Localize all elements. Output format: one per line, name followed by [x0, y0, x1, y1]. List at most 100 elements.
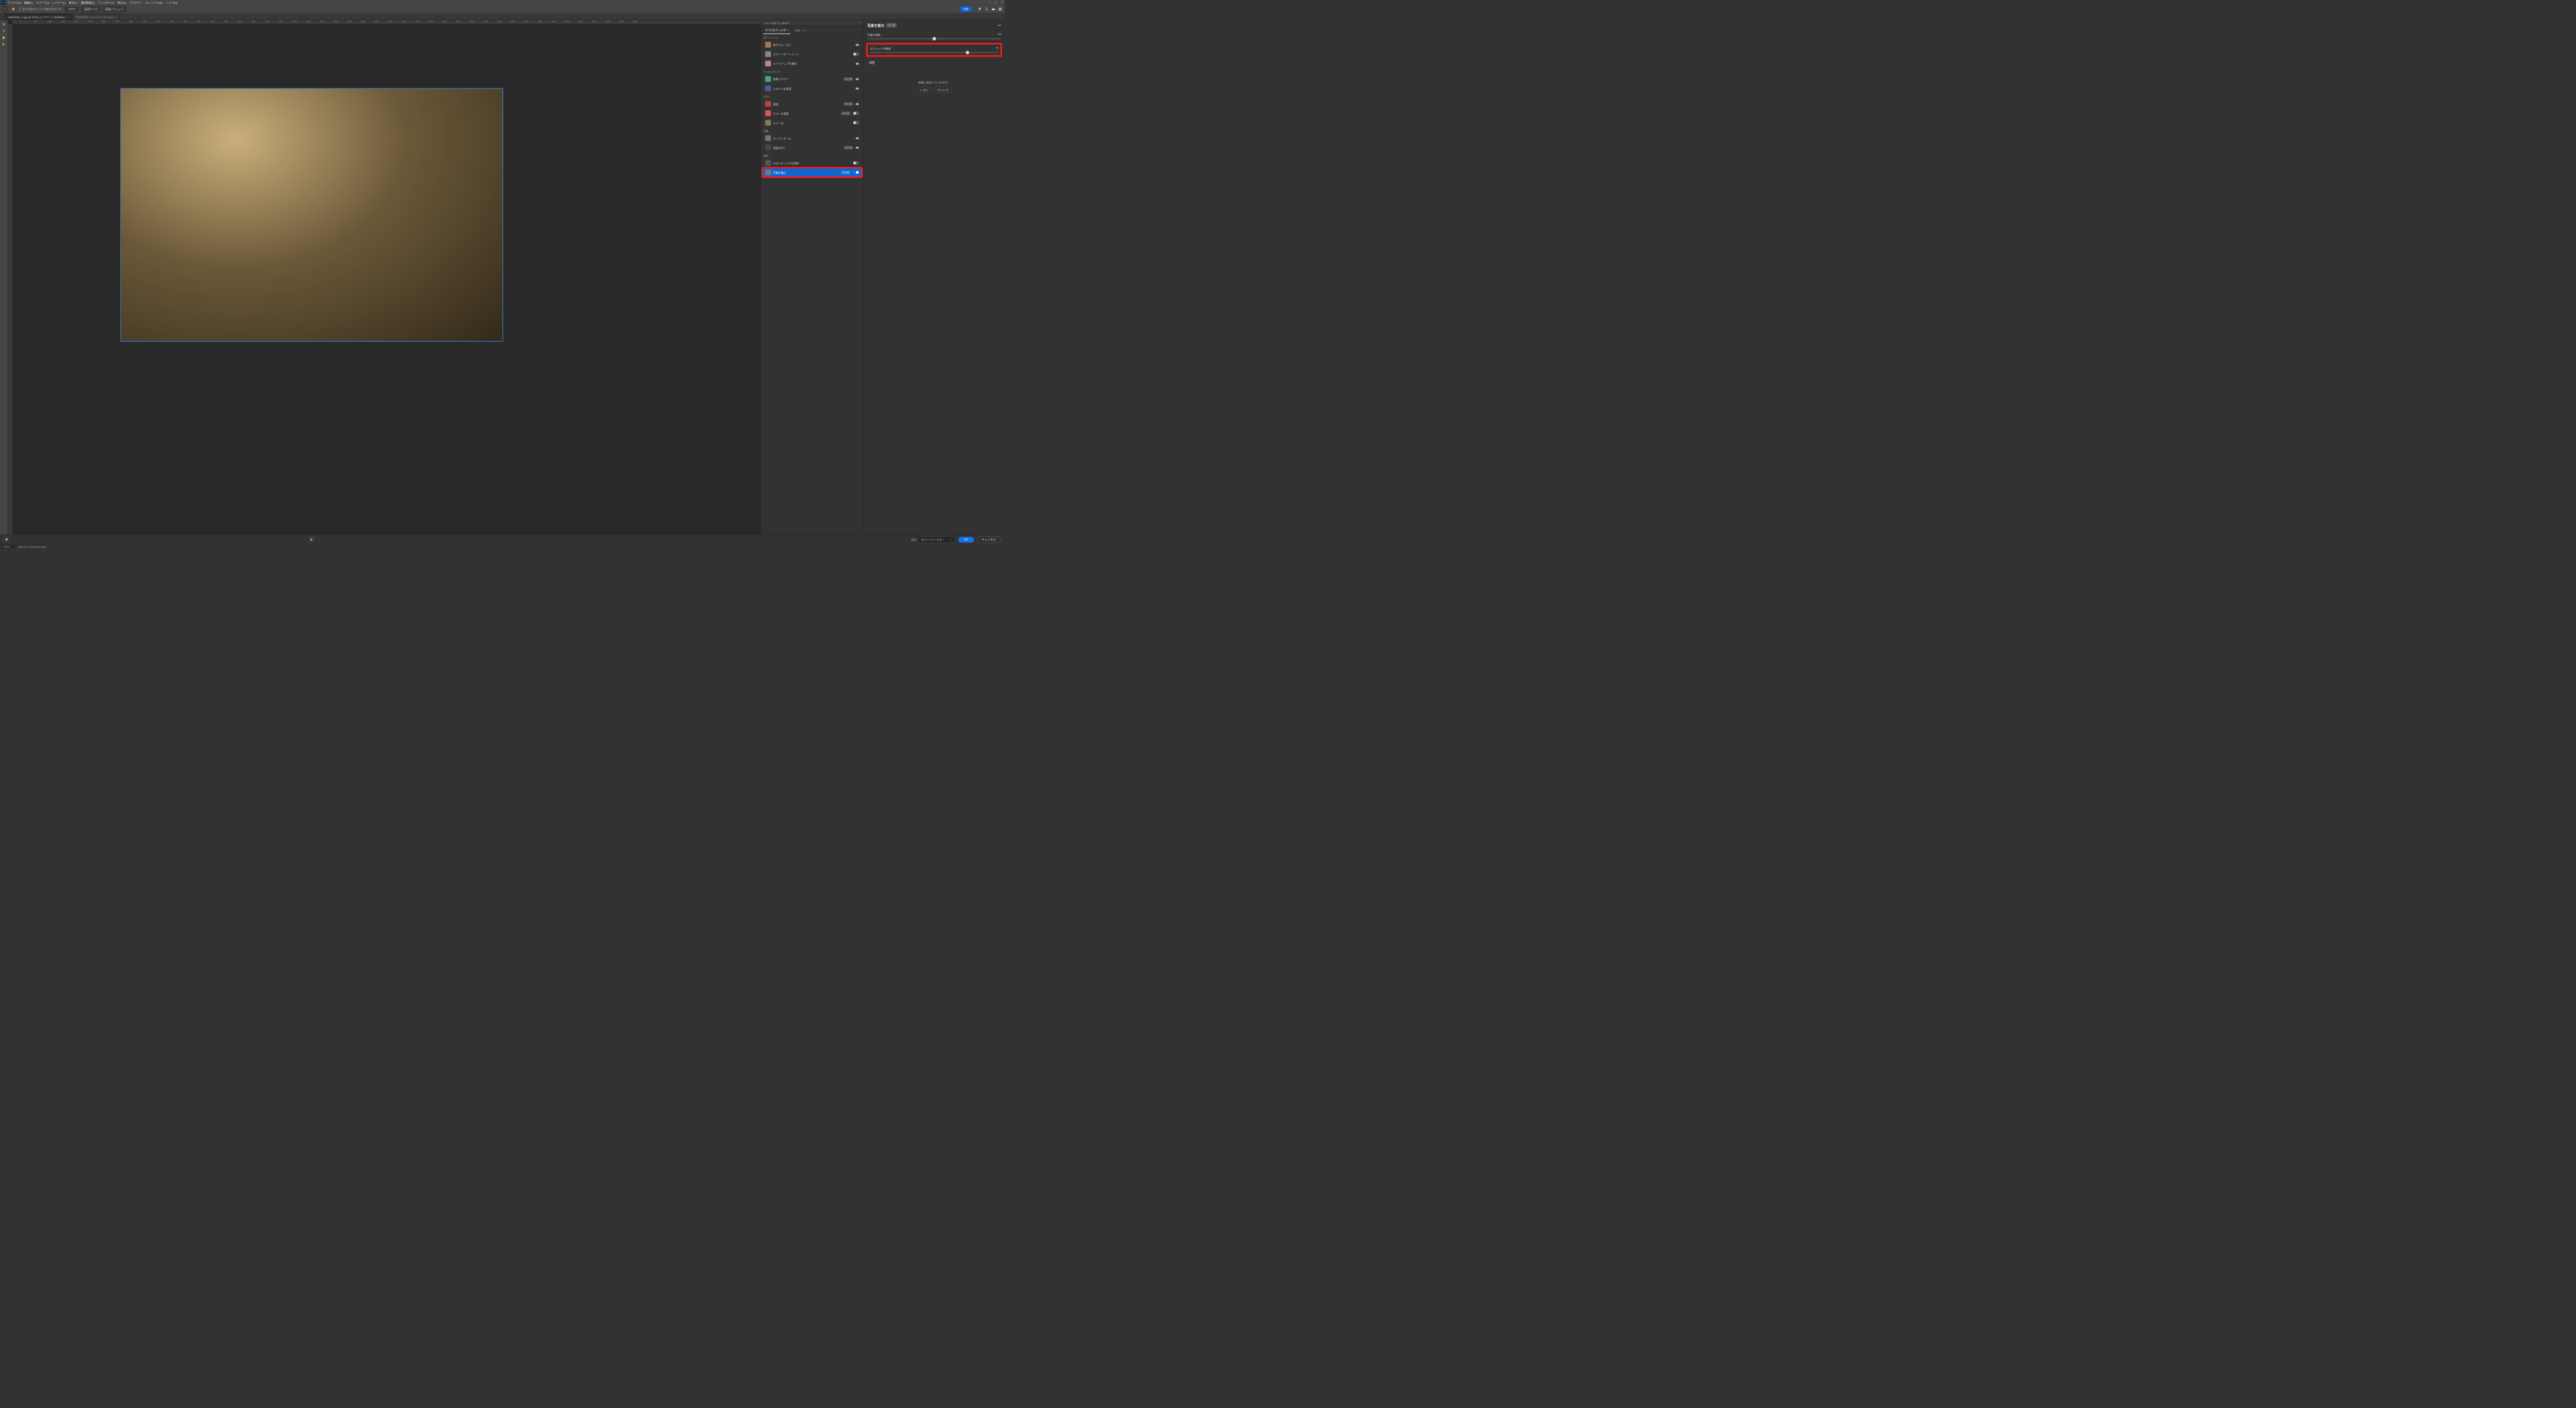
filter-category-photo: 写真 [761, 127, 863, 133]
tab-close-icon[interactable]: × [115, 16, 117, 19]
slider-label: スクラッチの軽減 [870, 46, 890, 50]
cloud-download-icon[interactable] [856, 62, 859, 65]
cancel-button[interactable]: キャンセル [976, 536, 1000, 543]
filter-toggle[interactable] [853, 52, 859, 56]
filter-item[interactable]: 深度ぼかしベータ [762, 143, 862, 152]
neural-filter-tabs: すべてのフィルター 待機リスト ⋯ [761, 26, 863, 34]
filter-toggle[interactable] [853, 111, 859, 115]
feedback-no-button[interactable]: ☹ いいえ [934, 87, 952, 93]
filter-thumb-icon [765, 51, 771, 57]
filter-item[interactable]: スマートポートレート [762, 50, 862, 58]
ruler-tick: 2150 [605, 20, 610, 23]
slider-block: 写真の強調50 [867, 33, 1000, 40]
filter-toggle[interactable] [853, 121, 859, 124]
ok-button[interactable]: OK [958, 537, 974, 543]
slider-track[interactable] [867, 38, 1000, 40]
cloud-download-icon[interactable] [856, 43, 859, 46]
filter-item[interactable]: スーパーズーム [762, 133, 862, 142]
panel-menu-icon[interactable]: » [860, 21, 861, 24]
menu-help[interactable]: ヘルプ(H) [166, 1, 177, 5]
status-chevron-icon[interactable]: › [47, 545, 48, 548]
ruler-tick: 50 [34, 20, 36, 23]
tab-all-filters[interactable]: すべてのフィルター [763, 26, 790, 34]
beta-badge: ベータ [886, 23, 896, 28]
hand-tool-icon[interactable]: ✋ [11, 6, 17, 12]
ruler-tick: 600 [184, 20, 187, 23]
menu-view[interactable]: 表示(V) [117, 1, 126, 5]
output-select[interactable]: スマートフィルター⌄ [918, 537, 955, 543]
filter-item[interactable]: 肌をスムーズに [762, 40, 862, 49]
menu-file[interactable]: ファイル(F) [7, 1, 21, 5]
slider-track[interactable] [870, 52, 998, 54]
filter-item[interactable]: メイクアップを適用 [762, 59, 862, 68]
canvas-area[interactable]: 0501001502002503003504004505005506006507… [8, 20, 761, 545]
slider-thumb[interactable] [966, 51, 969, 54]
search-icon[interactable] [984, 7, 989, 11]
window-minimize-icon[interactable]: — [988, 1, 991, 4]
window-maximize-icon[interactable]: ▢ [994, 1, 998, 4]
feedback-yes-button[interactable]: ☺ はい [917, 87, 932, 93]
menu-filter[interactable]: フィルター(T) [98, 1, 114, 5]
menu-image[interactable]: イメージ(I) [36, 1, 49, 5]
menu-edit[interactable]: 編集(E) [24, 1, 33, 5]
output-label: 出力 [911, 537, 917, 541]
cloud-download-icon[interactable] [856, 77, 859, 80]
filter-label: カラー化 [773, 121, 852, 125]
filter-item[interactable]: 調和ベータ [762, 99, 862, 108]
filter-item[interactable]: JPEG のノイズを削除 [762, 158, 862, 167]
neural-filters-title: ニューラルフィルター [764, 21, 790, 25]
menu-window[interactable]: ウィンドウ(W) [146, 1, 163, 5]
layer-icon[interactable]: ◧ [309, 537, 315, 543]
fit-button[interactable]: 画面にフィット [102, 6, 126, 12]
tab-close-icon[interactable]: × [68, 16, 69, 19]
filter-label: 肌をスムーズに [773, 43, 854, 47]
fit-screen-button[interactable]: 画面サイズ [81, 6, 100, 12]
document-tab-1[interactable]: 26309439_m.jpg @ 100% (レイヤー 1, RGB/8#) *… [5, 13, 72, 20]
menu-layer[interactable]: レイヤー(L) [52, 1, 66, 5]
document-canvas[interactable] [120, 88, 503, 341]
filter-toggle[interactable] [853, 161, 859, 164]
plus-tool-icon[interactable]: ⊕ [1, 21, 7, 28]
filter-item[interactable]: スタイルの適用 [762, 84, 862, 93]
ruler-tick: 1300 [374, 20, 379, 23]
status-zoom[interactable]: 100% [3, 545, 16, 549]
ruler-tick: 800 [238, 20, 242, 23]
document-tab-2[interactable]: 名称未設定 1 @ 33.3% (RGB/8#)× [72, 13, 120, 20]
hand-tool-icon[interactable]: ✋ [1, 35, 7, 41]
share-button[interactable]: 共有 [960, 6, 972, 11]
menu-type[interactable]: 書式(Y) [69, 1, 78, 5]
filter-toggle[interactable] [853, 170, 859, 174]
zoom-tool-icon[interactable]: 🔍 [1, 42, 7, 48]
app-logo-icon: Ps [1, 1, 5, 5]
menubar: Ps ファイル(F) 編集(E) イメージ(I) レイヤー(L) 書式(Y) 選… [0, 0, 1004, 5]
left-toolbar: ⊕ ⊖ ✋ 🔍 [0, 20, 8, 545]
home-back-icon[interactable]: < [2, 6, 8, 12]
minus-tool-icon[interactable]: ⊖ [1, 28, 7, 34]
bell-icon[interactable] [978, 7, 982, 11]
cloud-icon[interactable] [991, 7, 996, 11]
ruler-tick: 1550 [442, 20, 447, 23]
cloud-download-icon[interactable] [856, 87, 859, 90]
cloud-download-icon[interactable] [856, 102, 859, 105]
filter-item[interactable]: カラー化 [762, 118, 862, 127]
ruler-tick: 2200 [619, 20, 624, 23]
zoom-field[interactable]: 100% [64, 7, 79, 11]
cloud-download-icon[interactable] [856, 136, 859, 140]
ruler-tick: 1500 [429, 20, 433, 23]
preview-toggle-icon[interactable]: ▣ [3, 537, 9, 543]
reset-icon[interactable]: ↩ [998, 23, 1001, 28]
canvas-image [121, 89, 503, 341]
menu-plugin[interactable]: プラグイン [130, 1, 143, 5]
menu-select[interactable]: 選択範囲(S) [81, 1, 95, 5]
tab-waitlist[interactable]: 待機リスト [792, 26, 810, 34]
filter-item[interactable]: 写真を復元ベータ [762, 168, 862, 176]
filter-item[interactable]: カラーの適用ベータ [762, 109, 862, 117]
window-close-icon[interactable]: ✕ [1000, 1, 1004, 4]
more-icon[interactable]: ⋯ [856, 28, 861, 33]
filter-item[interactable]: 風景ミキサーベータ [762, 74, 862, 83]
scroll-all-checkbox[interactable] [19, 8, 21, 11]
slider-thumb[interactable] [932, 37, 935, 40]
cloud-download-icon[interactable] [856, 146, 859, 149]
workspace-icon[interactable] [998, 7, 1002, 11]
expand-adjustments[interactable]: 調整 [867, 60, 1000, 64]
